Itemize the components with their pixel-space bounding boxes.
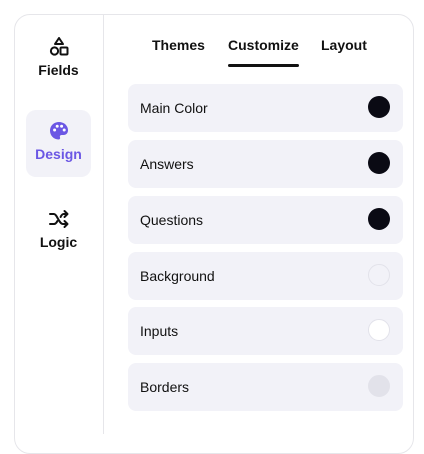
sidebar: Fields Design Logic (14, 14, 104, 434)
color-swatch[interactable] (368, 264, 390, 286)
tab-layout[interactable]: Layout (321, 37, 367, 53)
tab-bar: Themes Customize Layout (104, 14, 414, 74)
active-tab-indicator (228, 64, 299, 67)
color-swatch[interactable] (368, 96, 390, 118)
sidebar-item-label: Design (35, 146, 82, 162)
sidebar-item-label: Fields (38, 62, 79, 78)
color-row-label: Inputs (140, 323, 179, 339)
shapes-icon (49, 37, 68, 56)
palette-icon (49, 122, 68, 140)
shuffle-icon (48, 210, 68, 228)
tab-customize[interactable]: Customize (228, 37, 299, 53)
color-swatch[interactable] (368, 208, 390, 230)
sidebar-item-design[interactable]: Design (26, 110, 91, 177)
color-swatch[interactable] (368, 152, 390, 174)
color-row-label: Answers (140, 156, 194, 172)
color-row-background[interactable]: Background (128, 252, 403, 300)
color-row-main-color[interactable]: Main Color (128, 84, 403, 132)
color-swatch[interactable] (368, 375, 390, 397)
color-row-borders[interactable]: Borders (128, 363, 403, 411)
color-row-label: Questions (140, 212, 204, 228)
sidebar-item-label: Logic (39, 234, 78, 250)
color-row-answers[interactable]: Answers (128, 140, 403, 188)
color-row-inputs[interactable]: Inputs (128, 307, 403, 355)
sidebar-item-fields[interactable]: Fields (26, 26, 91, 93)
color-row-questions[interactable]: Questions (128, 196, 403, 244)
color-row-label: Background (140, 268, 215, 284)
color-row-label: Borders (140, 379, 190, 395)
color-row-label: Main Color (140, 100, 208, 116)
sidebar-item-logic[interactable]: Logic (26, 198, 91, 265)
color-swatch[interactable] (368, 319, 390, 341)
tab-themes[interactable]: Themes (152, 37, 205, 53)
